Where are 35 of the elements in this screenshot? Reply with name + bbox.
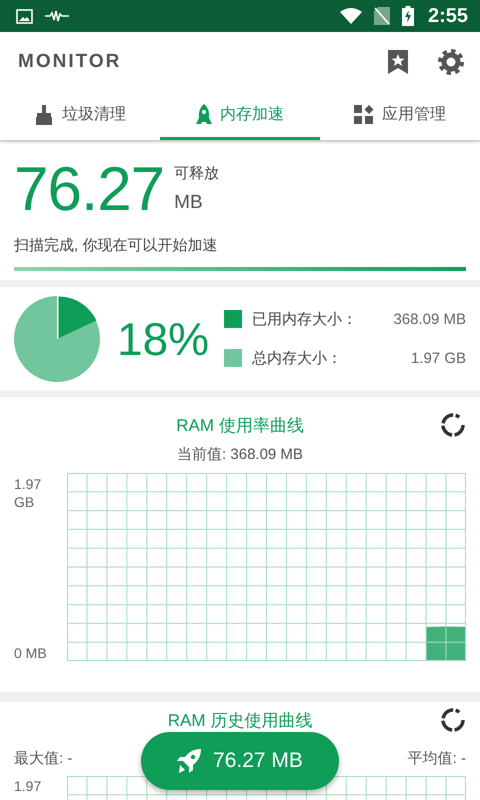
rocket-icon bbox=[177, 749, 202, 773]
tab[interactable]: 垃圾清理 bbox=[0, 92, 160, 140]
tab[interactable]: 应用管理 bbox=[320, 92, 480, 140]
chart-title: RAM 使用率曲线 bbox=[176, 414, 304, 436]
image-icon bbox=[16, 8, 33, 24]
scan-status-text: 扫描完成, 你现在可以开始加速 bbox=[14, 236, 218, 255]
pulse-icon bbox=[45, 10, 69, 22]
current-value: 当前值: 368.09 MB bbox=[176, 445, 304, 464]
max-value: 最大值: - bbox=[14, 749, 72, 768]
usage-percent: 18% bbox=[117, 312, 210, 366]
legend-label: 已用内存大小： bbox=[252, 310, 358, 328]
unit-label: MB bbox=[174, 192, 204, 214]
broom-icon bbox=[34, 104, 54, 124]
axis-label: 1.97 bbox=[14, 777, 42, 796]
apps-grid-icon bbox=[354, 104, 374, 124]
clock-time: 2:55 bbox=[428, 4, 468, 28]
chart-title: RAM 历史使用曲线 bbox=[168, 710, 312, 732]
no-sim-icon bbox=[374, 7, 390, 25]
legend-value: 368.09 MB bbox=[393, 310, 466, 328]
average-value: 平均值: - bbox=[408, 749, 466, 768]
releasable-label: 可释放 bbox=[174, 164, 220, 183]
legend-label: 总内存大小： bbox=[252, 348, 343, 368]
axis-label: 1.97 GB bbox=[14, 475, 42, 511]
settings-icon[interactable] bbox=[438, 49, 464, 75]
battery-icon bbox=[402, 6, 414, 26]
wifi-icon bbox=[340, 8, 362, 24]
legend-value: 1.97 GB bbox=[410, 350, 466, 366]
refresh-icon[interactable] bbox=[440, 412, 466, 438]
boost-button[interactable]: 76.27 MB bbox=[141, 732, 339, 790]
app-title: MONITOR bbox=[18, 51, 122, 73]
refresh-icon[interactable] bbox=[440, 707, 466, 733]
releasable-amount: 76.27 bbox=[14, 154, 164, 226]
bookmark-star-icon[interactable] bbox=[388, 50, 408, 74]
rocket-icon bbox=[196, 104, 212, 126]
axis-label: 0 MB bbox=[14, 645, 48, 661]
